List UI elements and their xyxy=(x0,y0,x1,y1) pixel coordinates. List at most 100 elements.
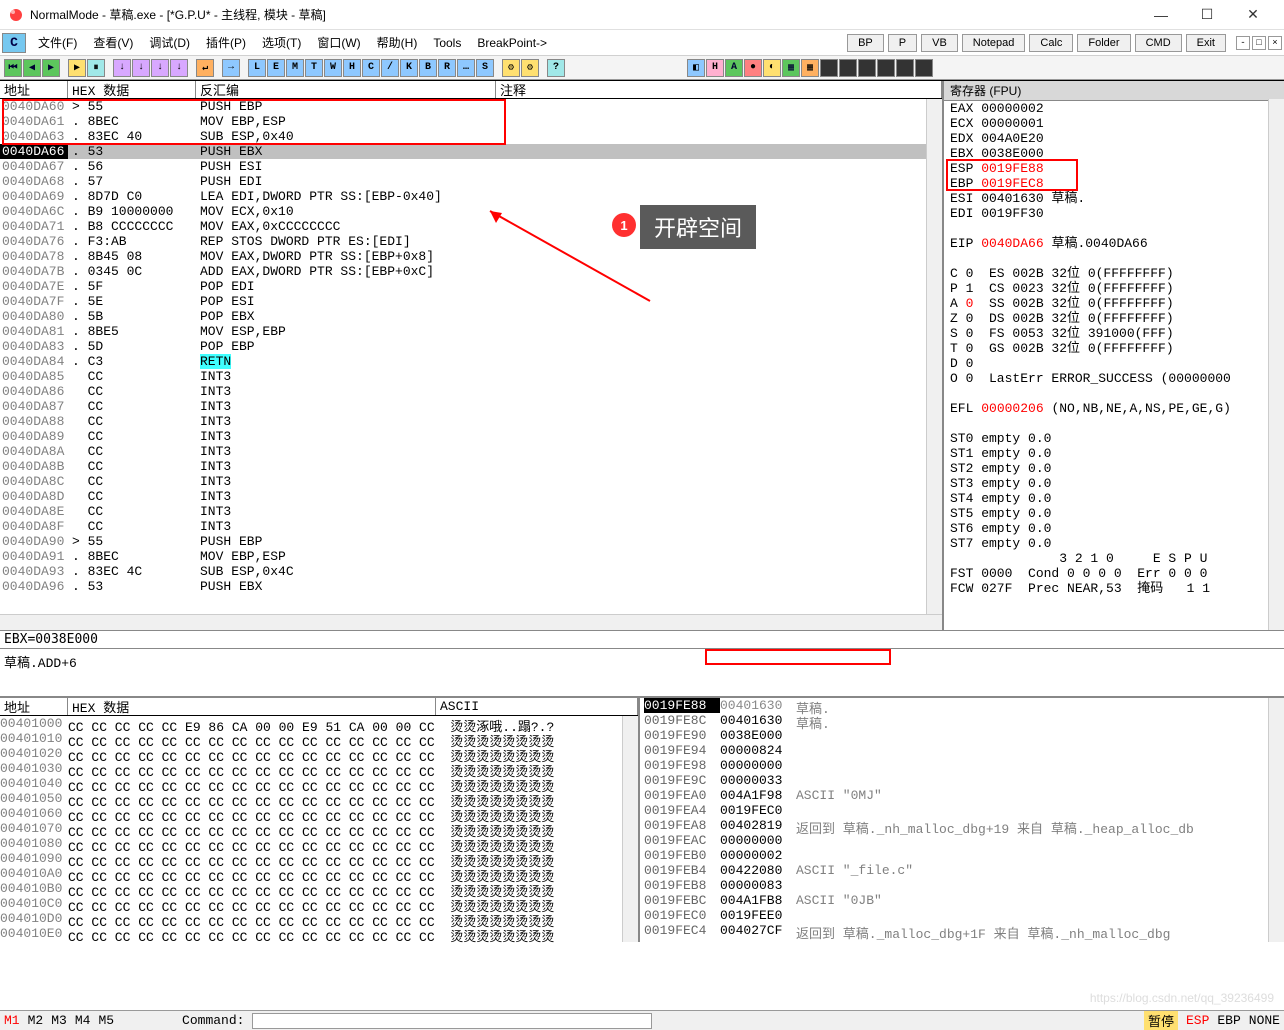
stack-row[interactable]: 0019FE900038E000 xyxy=(640,728,1284,743)
dump-pane[interactable]: 地址 HEX 数据 ASCII 00401000CC CC CC CC CC E… xyxy=(0,698,640,942)
stack-row[interactable]: 0019FEC4004027CF返回到 草稿._malloc_dbg+1F 来自… xyxy=(640,923,1284,938)
dump-row[interactable]: 004010A0CC CC CC CC CC CC CC CC CC CC CC… xyxy=(0,866,638,881)
register-line[interactable]: ESP 0019FE88 xyxy=(944,161,1284,176)
disasm-row[interactable]: 0040DA8B CCINT3 xyxy=(0,459,942,474)
tb-step1-icon[interactable]: ↓ xyxy=(113,59,131,77)
register-line[interactable] xyxy=(944,251,1284,266)
disasm-row[interactable]: 0040DA8E CCINT3 xyxy=(0,504,942,519)
col-hex[interactable]: HEX 数据 xyxy=(68,81,196,98)
stack-row[interactable]: 0019FEC00019FEE0 xyxy=(640,908,1284,923)
tb-back-icon[interactable]: ◀ xyxy=(23,59,41,77)
register-line[interactable]: ST4 empty 0.0 xyxy=(944,491,1284,506)
mdi-max-icon[interactable]: □ xyxy=(1252,36,1266,50)
tb-m[interactable]: M xyxy=(286,59,304,77)
register-line[interactable]: EAX 00000002 xyxy=(944,101,1284,116)
disasm-row[interactable]: 0040DA96. 53PUSH EBX xyxy=(0,579,942,594)
maximize-button[interactable]: ☐ xyxy=(1184,0,1230,30)
dcol-hex[interactable]: HEX 数据 xyxy=(68,698,436,715)
dump-row[interactable]: 00401040CC CC CC CC CC CC CC CC CC CC CC… xyxy=(0,776,638,791)
register-line[interactable]: ECX 00000001 xyxy=(944,116,1284,131)
dump-row[interactable]: 00401090CC CC CC CC CC CC CC CC CC CC CC… xyxy=(0,851,638,866)
dump-row[interactable]: 004010B0CC CC CC CC CC CC CC CC CC CC CC… xyxy=(0,881,638,896)
disasm-rows[interactable]: 0040DA60> 55PUSH EBP0040DA61. 8BECMOV EB… xyxy=(0,99,942,630)
stack-row[interactable]: 0019FE9800000000 xyxy=(640,758,1284,773)
menu-breakpoint[interactable]: BreakPoint-> xyxy=(469,34,555,52)
stack-row[interactable]: 0019FEA0004A1F98ASCII "0MJ" xyxy=(640,788,1284,803)
register-line[interactable]: ST7 empty 0.0 xyxy=(944,536,1284,551)
stack-row[interactable]: 0019FE9400000824 xyxy=(640,743,1284,758)
menu-debug[interactable]: 调试(D) xyxy=(141,32,198,53)
tb-rewind-icon[interactable]: ⏮ xyxy=(4,59,22,77)
disasm-row[interactable]: 0040DA86 CCINT3 xyxy=(0,384,942,399)
stack-row[interactable]: 0019FEB400422080ASCII "_file.c" xyxy=(640,863,1284,878)
register-line[interactable]: ST5 empty 0.0 xyxy=(944,506,1284,521)
st-m3[interactable]: M3 xyxy=(51,1013,67,1028)
register-line[interactable]: C 0 ES 002B 32位 0(FFFFFFFF) xyxy=(944,266,1284,281)
tb-dots[interactable]: … xyxy=(457,59,475,77)
disasm-row[interactable]: 0040DA85 CCINT3 xyxy=(0,369,942,384)
disasm-row[interactable]: 0040DA7F. 5EPOP ESI xyxy=(0,294,942,309)
register-line[interactable]: T 0 GS 002B 32位 0(FFFFFFFF) xyxy=(944,341,1284,356)
col-addr[interactable]: 地址 xyxy=(0,81,68,98)
disasm-row[interactable]: 0040DA89 CCINT3 xyxy=(0,429,942,444)
register-line[interactable]: EBX 0038E000 xyxy=(944,146,1284,161)
registers-pane[interactable]: 寄存器 (FPU) EAX 00000002ECX 00000001EDX 00… xyxy=(944,81,1284,630)
stack-row[interactable]: 0019FEB800000083 xyxy=(640,878,1284,893)
tb-k[interactable]: K xyxy=(400,59,418,77)
dump-row[interactable]: 00401070CC CC CC CC CC CC CC CC CC CC CC… xyxy=(0,821,638,836)
tb-ret-icon[interactable]: ↵ xyxy=(196,59,214,77)
mdi-min-icon[interactable]: - xyxy=(1236,36,1250,50)
stack-row[interactable]: 0019FEA40019FEC0 xyxy=(640,803,1284,818)
st-m5[interactable]: M5 xyxy=(98,1013,114,1028)
register-line[interactable]: O 0 LastErr ERROR_SUCCESS (00000000 xyxy=(944,371,1284,386)
tb-x6-icon[interactable]: ▦ xyxy=(782,59,800,77)
disasm-row[interactable]: 0040DA63. 83EC 40SUB ESP,0x40 xyxy=(0,129,942,144)
disasm-row[interactable]: 0040DA80. 5BPOP EBX xyxy=(0,309,942,324)
register-line[interactable]: D 0 xyxy=(944,356,1284,371)
tb-t[interactable]: T xyxy=(305,59,323,77)
dump-row[interactable]: 00401000CC CC CC CC CC E9 86 CA 00 00 E9… xyxy=(0,716,638,731)
disasm-row[interactable]: 0040DA71. B8 CCCCCCCCMOV EAX,0xCCCCCCCC xyxy=(0,219,942,234)
btn-notepad[interactable]: Notepad xyxy=(962,34,1026,52)
disasm-row[interactable]: 0040DA83. 5DPOP EBP xyxy=(0,339,942,354)
disasm-row[interactable]: 0040DA68. 57PUSH EDI xyxy=(0,174,942,189)
disasm-row[interactable]: 0040DA88 CCINT3 xyxy=(0,414,942,429)
tb-x11-icon[interactable] xyxy=(877,59,895,77)
tb-b[interactable]: B xyxy=(419,59,437,77)
stack-scrollbar[interactable] xyxy=(1268,698,1284,942)
dump-row[interactable]: 004010C0CC CC CC CC CC CC CC CC CC CC CC… xyxy=(0,896,638,911)
dump-row[interactable]: 00401060CC CC CC CC CC CC CC CC CC CC CC… xyxy=(0,806,638,821)
logo-button[interactable]: C xyxy=(2,33,26,53)
dump-scrollbar[interactable] xyxy=(622,716,638,942)
dcol-ascii[interactable]: ASCII xyxy=(436,698,638,715)
register-line[interactable]: FCW 027F Prec NEAR,53 掩码 1 1 xyxy=(944,581,1284,596)
stack-row[interactable]: 0019FEA800402819返回到 草稿._nh_malloc_dbg+19… xyxy=(640,818,1284,833)
command-input[interactable] xyxy=(252,1013,652,1029)
btn-exit[interactable]: Exit xyxy=(1186,34,1226,52)
register-line[interactable]: ST6 empty 0.0 xyxy=(944,521,1284,536)
btn-vb[interactable]: VB xyxy=(921,34,958,52)
menu-tools[interactable]: Tools xyxy=(425,34,469,52)
register-line[interactable]: S 0 FS 0053 32位 391000(FFF) xyxy=(944,326,1284,341)
tb-x7-icon[interactable]: ▦ xyxy=(801,59,819,77)
minimize-button[interactable]: — xyxy=(1138,0,1184,30)
tb-x10-icon[interactable] xyxy=(858,59,876,77)
register-line[interactable]: 3 2 1 0 E S P U xyxy=(944,551,1284,566)
st-m1[interactable]: M1 xyxy=(4,1013,20,1028)
dcol-addr[interactable]: 地址 xyxy=(0,698,68,715)
tb-slash[interactable]: / xyxy=(381,59,399,77)
register-line[interactable] xyxy=(944,416,1284,431)
disasm-row[interactable]: 0040DA7B. 0345 0CADD EAX,DWORD PTR SS:[E… xyxy=(0,264,942,279)
tb-x5-icon[interactable]: ◐ xyxy=(763,59,781,77)
register-line[interactable]: EBP 0019FEC8 xyxy=(944,176,1284,191)
tb-x13-icon[interactable] xyxy=(915,59,933,77)
register-line[interactable]: EDX 004A0E20 xyxy=(944,131,1284,146)
stack-rows[interactable]: 0019FE8800401630草稿.0019FE8C00401630草稿.00… xyxy=(640,698,1284,938)
register-line[interactable]: EDI 0019FF30 xyxy=(944,206,1284,221)
dump-row[interactable]: 00401050CC CC CC CC CC CC CC CC CC CC CC… xyxy=(0,791,638,806)
menu-file[interactable]: 文件(F) xyxy=(30,32,85,53)
regs-scrollbar[interactable] xyxy=(1268,99,1284,630)
tb-opt2-icon[interactable]: ⚙ xyxy=(521,59,539,77)
register-line[interactable]: ST3 empty 0.0 xyxy=(944,476,1284,491)
register-line[interactable] xyxy=(944,386,1284,401)
